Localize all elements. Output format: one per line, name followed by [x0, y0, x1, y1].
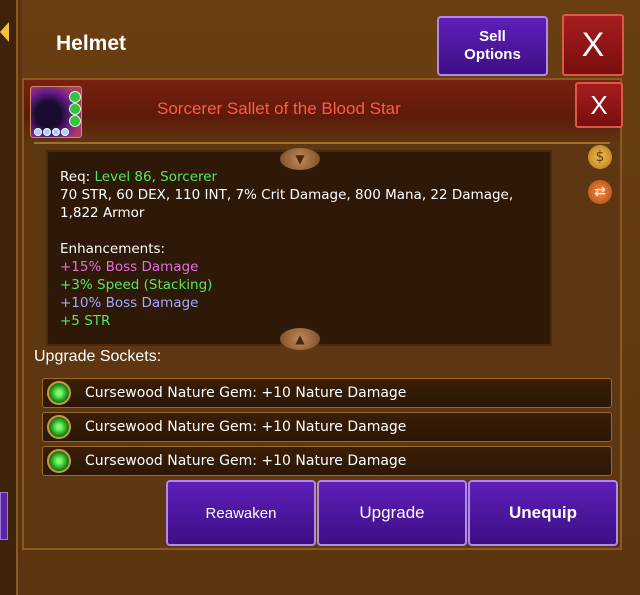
header-divider — [34, 142, 610, 144]
unequip-button[interactable]: Unequip — [468, 480, 618, 546]
enhancement-item: +3% Speed (Stacking) — [60, 277, 213, 293]
socket-row[interactable]: Cursewood Nature Gem: +10 Nature Damage — [42, 446, 612, 476]
socket-row[interactable]: Cursewood Nature Gem: +10 Nature Damage — [42, 412, 612, 442]
money-bag-icon[interactable]: $ — [588, 145, 612, 169]
stats-line-1: 70 STR, 60 DEX, 110 INT, 7% Crit Damage,… — [60, 187, 514, 203]
reawaken-button[interactable]: Reawaken — [166, 480, 316, 546]
item-name: Sorcerer Sallet of the Blood Star — [157, 99, 401, 118]
hooded-helmet-icon[interactable] — [30, 86, 82, 138]
gem-slot-icon — [69, 103, 81, 115]
req-label: Req: — [60, 169, 91, 185]
gem-slot-icon — [69, 115, 81, 127]
nature-gem-icon — [47, 381, 71, 405]
left-tab-button[interactable] — [0, 492, 8, 540]
scroll-down-icon[interactable]: ▼ — [280, 148, 320, 170]
nature-gem-icon — [47, 449, 71, 473]
item-header: Sorcerer Sallet of the Blood Star X — [24, 80, 623, 142]
socket-label: Cursewood Nature Gem: +10 Nature Damage — [85, 419, 407, 435]
nature-gem-icon — [47, 415, 71, 439]
socket-row[interactable]: Cursewood Nature Gem: +10 Nature Damage — [42, 378, 612, 408]
panel-close-button[interactable]: X — [562, 14, 624, 76]
dialog-close-button[interactable]: X — [575, 82, 623, 128]
stats-line-2: 1,822 Armor — [60, 205, 145, 221]
scroll-up-icon[interactable]: ▲ — [280, 328, 320, 350]
gem-slot-icon — [69, 91, 81, 103]
upgrade-button[interactable]: Upgrade — [317, 480, 467, 546]
item-stats-box: ▼ Req: Level 86, Sorcerer 70 STR, 60 DEX… — [46, 148, 552, 350]
enhancement-item: +10% Boss Damage — [60, 295, 199, 311]
swap-icon[interactable]: ⇄ — [588, 180, 612, 204]
sell-options-button[interactable]: Sell Options — [437, 16, 548, 76]
arrow-left-icon[interactable] — [0, 22, 9, 42]
sockets-title: Upgrade Sockets: — [34, 348, 162, 365]
left-panel-edge — [0, 0, 18, 595]
rarity-dot-icon — [52, 128, 60, 136]
enhancements-title: Enhancements: — [60, 241, 166, 257]
req-level: Level 86, Sorcerer — [94, 169, 218, 185]
enhancement-item: +15% Boss Damage — [60, 259, 199, 275]
panel-title: Helmet — [56, 32, 127, 55]
item-detail-dialog: Sorcerer Sallet of the Blood Star X ▼ Re… — [22, 78, 623, 550]
rarity-dot-icon — [61, 128, 69, 136]
socket-label: Cursewood Nature Gem: +10 Nature Damage — [85, 385, 407, 401]
rarity-dot-icon — [34, 128, 42, 136]
rarity-dot-icon — [43, 128, 51, 136]
socket-label: Cursewood Nature Gem: +10 Nature Damage — [85, 453, 407, 469]
